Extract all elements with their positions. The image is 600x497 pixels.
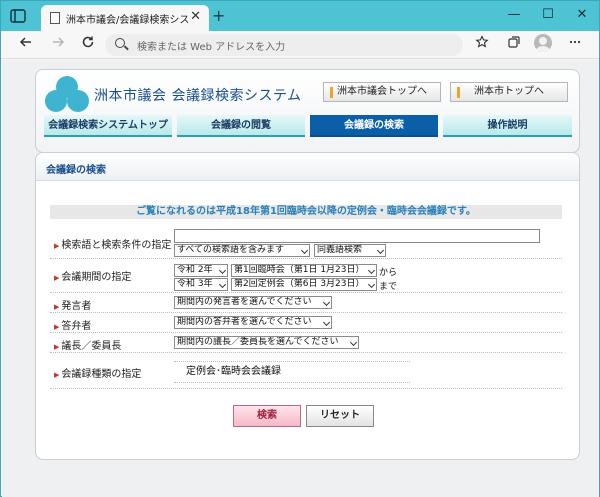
chevron-down-icon — [300, 246, 309, 255]
city-top-label: 洲本市トップへ — [474, 86, 544, 97]
speaker-row: ▶ 発言者 期間内の発言者を選んでください — [50, 293, 562, 313]
period-row: ▶ 会議期間の指定 令和 2年 第1回臨時会（第1日 1月23日） から 令和 3… — [50, 259, 562, 293]
bullet-arrow-icon: ▶ — [54, 371, 60, 379]
condition-select[interactable]: すべての検索語を含みます — [174, 244, 310, 257]
to-era-select[interactable]: 令和 3年 — [174, 278, 228, 291]
from-session-select[interactable]: 第1回臨時会（第1日 1月23日） — [231, 264, 377, 277]
chevron-down-icon — [322, 298, 331, 307]
tab-bar: 洲本市議会/会議録検索システム ✕ + —☐✕ — [1, 1, 599, 31]
site-title: 洲本市議会 会議録検索システム — [94, 88, 302, 104]
more-dots-icon — [569, 40, 581, 44]
keyword-input[interactable] — [174, 229, 540, 243]
navigation-bar: 検索または Web アドレスを入力 — [1, 31, 599, 59]
favorites-button[interactable] — [471, 35, 493, 55]
link-marker-icon — [330, 87, 333, 98]
browser-tab[interactable]: 洲本市議会/会議録検索システム ✕ — [41, 5, 209, 31]
tab-actions-button[interactable] — [9, 8, 27, 24]
kind-row: ▶ 会議録種類の指定 定例会･臨時会会議録 — [50, 353, 562, 389]
speaker-select[interactable]: 期間内の発言者を選んでください — [174, 296, 332, 309]
forward-button[interactable] — [47, 35, 69, 55]
bullet-arrow-icon: ▶ — [54, 274, 60, 282]
chevron-down-icon — [376, 246, 385, 255]
council-top-button[interactable]: 洲本市議会トップへ — [323, 82, 441, 102]
city-top-button[interactable]: 洲本市トップへ — [450, 82, 568, 102]
window-controls: — ☐ ✕ — [497, 1, 599, 31]
link-marker-icon — [457, 87, 460, 98]
keyword-row: ▶ 検索語と検索条件の指定 すべての検索語を含みます 同義語検索 — [50, 227, 562, 259]
chair-select[interactable]: 期間内の議長／委員長を選んでください — [174, 336, 359, 349]
to-suffix: まで — [379, 282, 398, 292]
from-era-select[interactable]: 令和 2年 — [174, 264, 228, 277]
address-placeholder: 検索または Web アドレスを入力 — [137, 42, 286, 53]
browser-window: 洲本市議会/会議録検索システム ✕ + —☐✕ 検索または Web アドレスを入… — [0, 0, 600, 497]
forward-arrow-icon — [53, 37, 65, 47]
keyword-label: ▶ 検索語と検索条件の指定 — [54, 240, 172, 251]
answerer-select[interactable]: 期間内の答弁者を選んでください — [174, 316, 332, 329]
bullet-arrow-icon: ▶ — [54, 343, 60, 351]
kind-label: ▶ 会議録種類の指定 — [54, 369, 142, 380]
chevron-down-icon — [367, 280, 376, 289]
bullet-arrow-icon: ▶ — [54, 242, 60, 250]
chevron-down-icon — [218, 266, 227, 275]
favorite-star-icon — [475, 35, 489, 48]
council-top-label: 洲本市議会トップへ — [337, 86, 427, 97]
chair-row: ▶ 議長／委員長 期間内の議長／委員長を選んでください — [50, 333, 562, 353]
refresh-icon — [82, 36, 94, 48]
document-icon — [50, 12, 60, 24]
back-arrow-icon — [19, 37, 31, 47]
speaker-label: ▶ 発言者 — [54, 301, 92, 312]
answerer-label: ▶ 答弁者 — [54, 321, 92, 332]
kind-value: 定例会･臨時会会議録 — [174, 361, 410, 383]
search-button[interactable]: 検索 — [233, 405, 301, 427]
tab-search[interactable]: 会議録の検索 — [310, 115, 438, 137]
chair-label: ▶ 議長／委員長 — [54, 341, 122, 352]
tab-title: 洲本市議会/会議録検索システム — [66, 15, 188, 26]
tab-actions-icon — [10, 9, 26, 23]
more-menu-button[interactable] — [564, 35, 586, 55]
maximize-button[interactable]: ☐ — [531, 1, 565, 29]
section-header: 会議録の検索 — [36, 153, 579, 181]
chevron-down-icon — [322, 318, 331, 327]
from-suffix: から — [379, 268, 398, 278]
bullet-arrow-icon: ▶ — [54, 323, 60, 331]
close-window-button[interactable]: ✕ — [565, 1, 599, 29]
chevron-down-icon — [218, 280, 227, 289]
collections-icon — [508, 36, 520, 48]
page-viewport: 洲本市議会 会議録検索システム 洲本市議会トップへ 洲本市トップへ 会議録検索シ… — [2, 60, 599, 497]
new-tab-button[interactable]: + — [212, 6, 225, 25]
search-icon — [115, 38, 125, 48]
reset-button[interactable]: リセット — [306, 405, 374, 427]
bullet-arrow-icon: ▶ — [54, 303, 60, 311]
city-logo-icon — [44, 76, 90, 112]
back-button[interactable] — [15, 35, 37, 55]
availability-notice: ご覧になれるのは平成18年第1回臨時会以降の定例会・臨時会会議録です。 — [50, 205, 562, 219]
tab-help[interactable]: 操作説明 — [443, 115, 572, 137]
profile-avatar-icon[interactable] — [534, 34, 552, 52]
tab-close-icon[interactable]: ✕ — [190, 9, 201, 24]
period-label: ▶ 会議期間の指定 — [54, 272, 132, 283]
site-header: 洲本市議会 会議録検索システム 洲本市議会トップへ 洲本市トップへ 会議録検索シ… — [35, 69, 580, 153]
main-tabs: 会議録検索システムトップ 会議録の閲覧 会議録の検索 操作説明 — [44, 115, 572, 137]
address-bar[interactable]: 検索または Web アドレスを入力 — [105, 34, 463, 56]
synonym-mode-select[interactable]: 同義語検索 — [314, 244, 386, 257]
section-title: 会議録の検索 — [46, 165, 106, 176]
chevron-down-icon — [367, 266, 376, 275]
minimize-button[interactable]: — — [497, 1, 531, 29]
refresh-button[interactable] — [77, 35, 99, 55]
search-panel: 会議録の検索 ご覧になれるのは平成18年第1回臨時会以降の定例会・臨時会会議録で… — [35, 152, 580, 460]
collections-button[interactable] — [503, 35, 525, 55]
tab-browse[interactable]: 会議録の閲覧 — [177, 115, 305, 137]
tab-system-top[interactable]: 会議録検索システムトップ — [44, 115, 172, 137]
to-session-select[interactable]: 第2回定例会（第6日 3月23日） — [231, 278, 377, 291]
chevron-down-icon — [349, 338, 358, 347]
answerer-row: ▶ 答弁者 期間内の答弁者を選んでください — [50, 313, 562, 333]
